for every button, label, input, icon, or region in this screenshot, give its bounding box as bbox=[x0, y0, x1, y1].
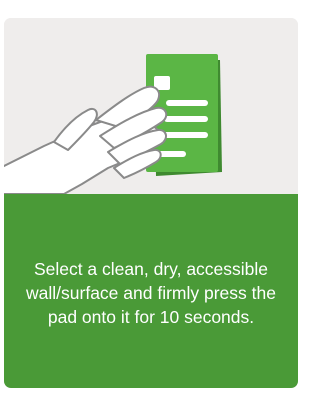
pad-label-line-1 bbox=[166, 100, 208, 106]
hand-pressing-pad-icon bbox=[4, 54, 222, 194]
instruction-card: Select a clean, dry, accessible wall/sur… bbox=[4, 18, 298, 388]
pad-label-line-2 bbox=[164, 116, 208, 122]
instruction-text: Select a clean, dry, accessible wall/sur… bbox=[26, 259, 276, 327]
instruction-panel: Select a clean, dry, accessible wall/sur… bbox=[4, 194, 298, 388]
hand-illustration bbox=[4, 85, 168, 194]
illustration-area bbox=[4, 18, 298, 194]
